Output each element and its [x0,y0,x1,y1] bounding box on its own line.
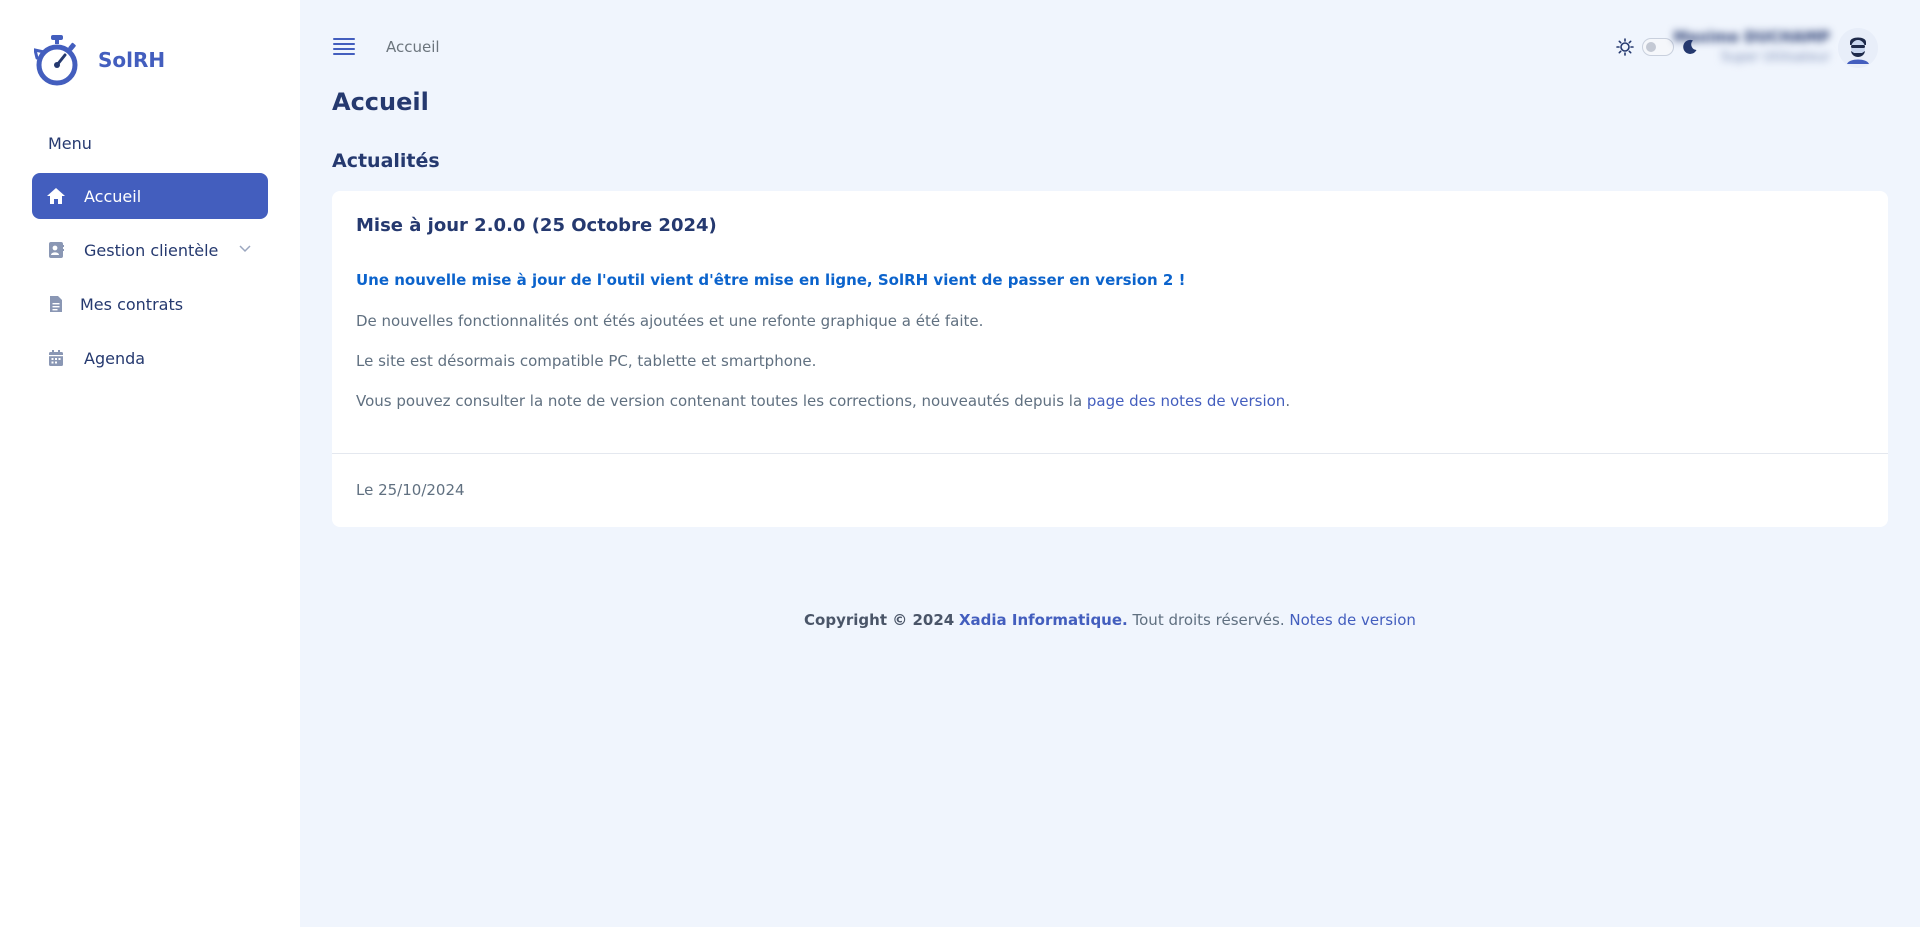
news-paragraph: Vous pouvez consulter la note de version… [356,392,1290,410]
top-bar: Accueil Maxime DUCHAMP Super Utilisateur [332,28,1888,68]
breadcrumb: Accueil [386,38,440,56]
user-avatar-icon [1838,28,1878,68]
company-link[interactable]: Xadia Informatique. [959,611,1128,629]
brand[interactable]: SolRH [34,34,165,86]
menu-title: Menu [48,134,92,153]
news-card: Mise à jour 2.0.0 (25 Octobre 2024) Une … [332,191,1888,527]
news-paragraph: Le site est désormais compatible PC, tab… [356,352,817,370]
sidebar-item-label: Agenda [84,348,146,368]
sidebar-item-label: Accueil [84,186,142,206]
news-date: Le 25/10/2024 [356,481,465,499]
footer-release-notes-link[interactable]: Notes de version [1289,611,1416,629]
sidebar-item-gestion-clientele[interactable]: Gestion clientèle [32,227,268,273]
toggle-knob [1646,42,1656,52]
copyright-text: Copyright © 2024 [804,611,955,629]
news-paragraph-end: . [1285,392,1291,410]
footer: Copyright © 2024 Xadia Informatique. Tou… [332,611,1888,629]
calendar-icon [46,348,66,368]
avatar[interactable] [1838,28,1878,68]
contact-card-icon [46,240,66,260]
dark-mode-toggle[interactable] [1642,38,1674,56]
card-divider [332,453,1888,454]
news-paragraph-text: Vous pouvez consulter la note de version… [356,392,1087,410]
section-title: Actualités [332,150,440,172]
sun-icon [1616,38,1634,56]
app-name: SolRH [98,48,166,72]
news-paragraph: De nouvelles fonctionnalités ont étés aj… [356,312,984,330]
user-info[interactable]: Maxime DUCHAMP Super Utilisateur [1673,28,1830,65]
home-icon [46,186,66,206]
user-name: Maxime DUCHAMP [1673,28,1830,46]
user-role: Super Utilisateur [1720,50,1830,65]
sidebar: SolRH Menu Accueil Gestion clientèle Mes… [0,0,300,927]
news-lead: Une nouvelle mise à jour de l'outil vien… [356,271,1186,289]
main-content: Accueil Maxime DUCHAMP Super Utilisateur [300,0,1920,927]
page-title: Accueil [332,88,429,116]
news-title: Mise à jour 2.0.0 (25 Octobre 2024) [356,215,717,236]
chevron-down-icon [239,245,251,253]
sidebar-item-label: Gestion clientèle [84,240,219,260]
hamburger-menu-icon[interactable] [332,36,356,56]
release-notes-link[interactable]: page des notes de version [1087,392,1285,410]
sidebar-nav: Accueil Gestion clientèle Mes contrats A… [32,173,268,389]
document-icon [46,294,66,314]
sidebar-item-accueil[interactable]: Accueil [32,173,268,219]
sidebar-item-label: Mes contrats [80,294,184,314]
rights-text: Tout droits réservés. [1132,611,1285,629]
sidebar-item-agenda[interactable]: Agenda [32,335,268,381]
stopwatch-logo-icon [34,35,78,86]
sidebar-item-mes-contrats[interactable]: Mes contrats [32,281,268,327]
